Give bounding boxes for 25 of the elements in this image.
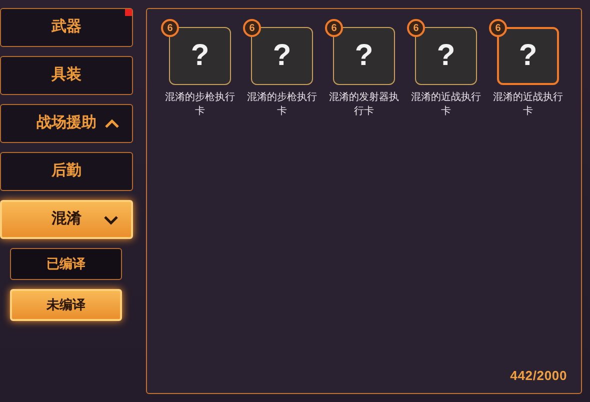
level-badge: 6 — [161, 19, 179, 37]
caret-down-icon — [103, 214, 119, 224]
capacity-counter: 442/2000 — [510, 366, 567, 384]
question-mark: ? — [436, 41, 456, 71]
subcategory-tab[interactable]: 已编译 — [10, 248, 122, 280]
level-badge: 6 — [489, 19, 507, 37]
caret-up-icon — [104, 118, 120, 128]
card-name: 混淆的步枪执行卡 — [246, 91, 318, 119]
category-tab[interactable]: 后勤 — [0, 152, 133, 191]
category-tab[interactable]: 混淆 — [0, 200, 133, 239]
card-name: 混淆的发射器执行卡 — [328, 91, 400, 119]
level-badge: 6 — [407, 19, 425, 37]
category-tab[interactable]: 具装 — [0, 56, 133, 95]
category-tab[interactable]: 武器 — [0, 8, 133, 47]
card-name: 混淆的近战执行卡 — [492, 91, 564, 119]
question-mark: ? — [518, 41, 538, 71]
question-mark: ? — [354, 41, 374, 71]
category-tab[interactable]: 战场援助 — [0, 104, 133, 143]
card-name: 混淆的近战执行卡 — [410, 91, 482, 119]
question-mark: ? — [190, 41, 210, 71]
level-badge: 6 — [325, 19, 343, 37]
card-name: 混淆的步枪执行卡 — [164, 91, 236, 119]
question-mark: ? — [272, 41, 292, 71]
subcategory-tab[interactable]: 未编译 — [10, 289, 122, 321]
level-badge: 6 — [243, 19, 261, 37]
